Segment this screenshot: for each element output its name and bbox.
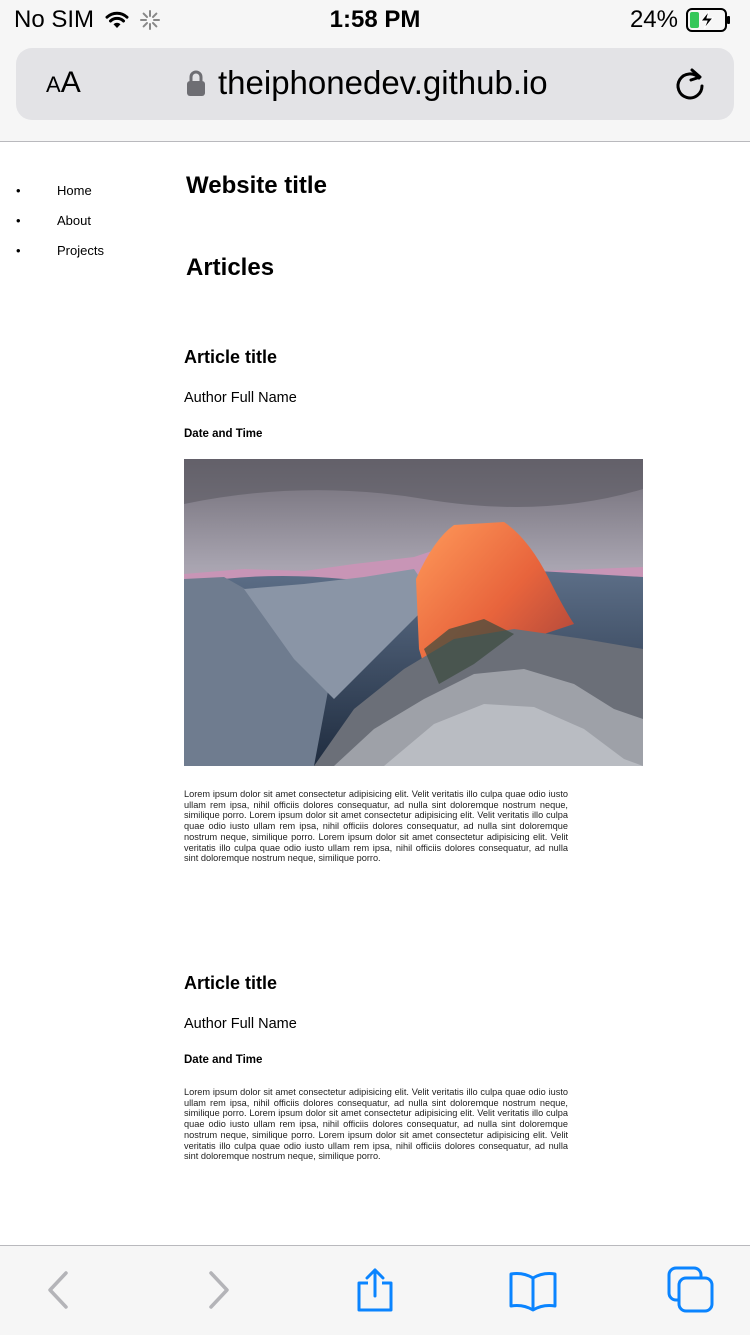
article-author: Author Full Name bbox=[184, 1016, 297, 1032]
article-image bbox=[184, 459, 643, 766]
status-bar: No SIM 1:58 PM 24% bbox=[0, 0, 750, 40]
battery-charging-icon bbox=[686, 8, 730, 32]
nav-item-about[interactable]: About bbox=[0, 206, 104, 236]
url-text: theiphonedev.github.io bbox=[218, 64, 548, 101]
address-bar[interactable]: AA theiphonedev.github.io bbox=[16, 48, 734, 120]
browser-toolbar bbox=[0, 1245, 750, 1335]
status-right: 24% bbox=[630, 6, 732, 34]
article-card: Article title Author Full Name Date and … bbox=[184, 973, 568, 1162]
text-size-button[interactable]: AA bbox=[46, 68, 81, 100]
back-icon[interactable] bbox=[36, 1268, 80, 1312]
reload-icon[interactable] bbox=[672, 66, 708, 102]
battery-percent: 24% bbox=[629, 6, 678, 33]
share-icon[interactable] bbox=[353, 1268, 397, 1312]
article-date: Date and Time bbox=[184, 428, 263, 440]
article-card: Article title Author Full Name Date and … bbox=[184, 347, 643, 864]
bookmarks-icon[interactable] bbox=[509, 1268, 557, 1312]
nav-link-projects[interactable]: Projects bbox=[57, 243, 104, 258]
article-body: Lorem ipsum dolor sit amet consectetur a… bbox=[184, 789, 568, 864]
article-title: Article title bbox=[184, 347, 278, 367]
lock-icon bbox=[187, 70, 205, 96]
article-title: Article title bbox=[184, 973, 278, 993]
nav-item-home[interactable]: Home bbox=[0, 176, 104, 206]
article-date: Date and Time bbox=[184, 1054, 263, 1066]
article-author: Author Full Name bbox=[184, 390, 297, 406]
forward-icon[interactable] bbox=[197, 1268, 241, 1312]
article-body: Lorem ipsum dolor sit amet consectetur a… bbox=[184, 1087, 568, 1162]
tabs-icon[interactable] bbox=[667, 1266, 715, 1314]
site-nav: Home About Projects bbox=[0, 176, 104, 266]
browser-address-area: AA theiphonedev.github.io bbox=[0, 40, 750, 142]
url-display[interactable]: theiphonedev.github.io bbox=[186, 64, 548, 102]
nav-link-home[interactable]: Home bbox=[57, 183, 92, 198]
nav-item-projects[interactable]: Projects bbox=[0, 236, 104, 266]
nav-link-about[interactable]: About bbox=[57, 213, 91, 228]
site-title: Website title bbox=[186, 172, 327, 199]
section-title: Articles bbox=[186, 254, 275, 281]
